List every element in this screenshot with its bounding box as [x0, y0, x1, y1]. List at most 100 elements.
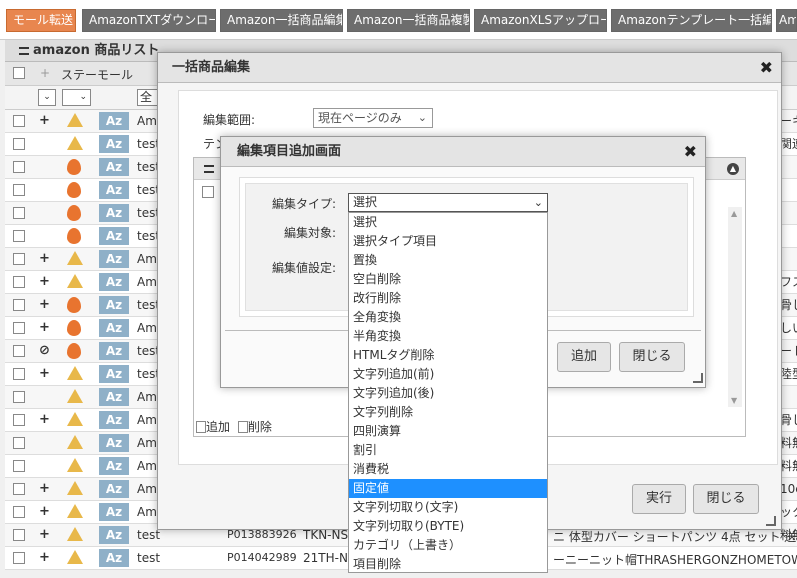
scope-select[interactable]: 現在ページのみ ⌄	[313, 108, 433, 128]
close-button-2[interactable]: 閉じる	[619, 342, 685, 372]
close-icon[interactable]: ✖	[760, 53, 773, 83]
option-item[interactable]: 全角変換	[349, 308, 547, 327]
option-item[interactable]: 文字列追加(後)	[349, 384, 547, 403]
grid-menu-icon[interactable]	[204, 164, 214, 173]
filter-dropdown-status[interactable]: ⌄	[62, 89, 91, 106]
option-item[interactable]: 割引	[349, 441, 547, 460]
edit-type-select[interactable]: 選択 ⌄	[348, 193, 548, 212]
row-checkbox[interactable]	[13, 483, 25, 495]
close-button[interactable]: 閉じる	[693, 484, 759, 514]
column-mall[interactable]: モール	[97, 66, 133, 83]
row-checkbox[interactable]	[13, 161, 25, 173]
resize-handle-icon[interactable]	[766, 516, 776, 526]
run-button[interactable]: 実行	[632, 484, 686, 514]
option-item[interactable]: 文字列切取り(BYTE)	[349, 517, 547, 536]
expand-icon[interactable]: +	[39, 251, 50, 266]
row-checkbox[interactable]	[13, 552, 25, 564]
option-item[interactable]: 空白削除	[349, 270, 547, 289]
scope-select-value: 現在ページのみ	[318, 111, 402, 125]
amazon-az-icon: Az	[99, 135, 129, 153]
row-checkbox[interactable]	[13, 437, 25, 449]
grid-select-all-checkbox[interactable]	[202, 186, 214, 198]
option-item[interactable]: 改行削除	[349, 289, 547, 308]
row-checkbox[interactable]	[13, 460, 25, 472]
warning-icon	[67, 412, 83, 428]
option-item[interactable]: 置換	[349, 251, 547, 270]
delete-doc-icon	[237, 421, 248, 433]
amazon-template-bulk-edit-button[interactable]: Amazonテンプレート一括編集	[611, 9, 772, 32]
desc-cell: ーニーニット帽THRASHERGONZHOMETOWN2W12	[553, 553, 797, 567]
delete-item-button[interactable]: 削除	[234, 420, 272, 434]
expand-icon[interactable]: +	[39, 527, 50, 542]
option-item[interactable]: 選択タイプ項目	[349, 232, 547, 251]
row-checkbox[interactable]	[13, 529, 25, 541]
amazon-az-icon: Az	[99, 250, 129, 268]
filter-dropdown-1[interactable]: ⌄	[38, 89, 56, 106]
row-checkbox[interactable]	[13, 253, 25, 265]
row-checkbox[interactable]	[13, 184, 25, 196]
expand-icon[interactable]: +	[39, 366, 50, 381]
row-checkbox[interactable]	[13, 207, 25, 219]
add-item-label: 追加	[206, 420, 231, 434]
row-snippet: 陸型	[780, 367, 797, 381]
row-checkbox[interactable]	[13, 322, 25, 334]
collapse-icon[interactable]: ▲	[727, 163, 739, 175]
amazon-bulk-edit-button[interactable]: Amazon一括商品編集	[220, 9, 343, 32]
warning-icon	[67, 136, 83, 152]
product-list-title: amazon 商品リスト	[33, 43, 160, 58]
option-item[interactable]: 文字列切取り(文字)	[349, 498, 547, 517]
row-checkbox[interactable]	[13, 345, 25, 357]
option-item[interactable]: カテゴリ（上書き）	[349, 536, 547, 555]
expand-icon[interactable]: +	[39, 504, 50, 519]
filter-mall-input[interactable]: 全	[137, 89, 159, 106]
option-item[interactable]: HTMLタグ削除	[349, 346, 547, 365]
amazon-bulk-copy-button[interactable]: Amazon一括商品複製	[347, 9, 470, 32]
column-status[interactable]: ステー	[61, 66, 97, 83]
warning-icon	[67, 550, 83, 566]
row-checkbox[interactable]	[13, 138, 25, 150]
row-checkbox[interactable]	[13, 506, 25, 518]
expand-icon[interactable]: +	[39, 274, 50, 289]
row-snippet: フス	[780, 275, 797, 289]
mall-cell: test	[137, 551, 161, 565]
row-checkbox[interactable]	[13, 299, 25, 311]
row-checkbox[interactable]	[13, 391, 25, 403]
amazon-az-icon: Az	[99, 480, 129, 498]
option-item[interactable]: 文字列削除	[349, 403, 547, 422]
amazon-txt-download-button[interactable]: AmazonTXTダウンロード	[82, 9, 216, 32]
expand-icon[interactable]: +	[39, 297, 50, 312]
menu-icon[interactable]	[19, 46, 29, 55]
expand-icon[interactable]: +	[39, 113, 50, 128]
amazon-az-icon: Az	[99, 411, 129, 429]
row-checkbox[interactable]	[13, 276, 25, 288]
option-item[interactable]: 固定値	[349, 479, 547, 498]
row-checkbox[interactable]	[13, 115, 25, 127]
row-snippet: 料無	[780, 436, 797, 450]
select-all-checkbox[interactable]	[13, 67, 25, 79]
add-doc-icon	[196, 421, 206, 433]
option-item[interactable]: 半角変換	[349, 327, 547, 346]
edit-value-label: 編集値設定:	[271, 261, 336, 275]
row-checkbox[interactable]	[13, 230, 25, 242]
expand-icon[interactable]: +	[39, 320, 50, 335]
expand-icon[interactable]: +	[39, 412, 50, 427]
resize-handle-icon[interactable]	[693, 373, 703, 383]
add-button[interactable]: 追加	[557, 342, 611, 372]
amazon-xls-upload-button[interactable]: AmazonXLSアップロード	[474, 9, 607, 32]
grid-scrollbar[interactable]: ▲ ▼	[728, 207, 742, 407]
close-icon[interactable]: ✖	[684, 137, 697, 167]
option-item[interactable]: 項目削除	[349, 555, 547, 572]
expand-icon[interactable]: +	[39, 481, 50, 496]
expand-icon[interactable]: +	[39, 550, 50, 565]
add-item-button[interactable]: 追加	[196, 420, 230, 434]
amazon-more-button[interactable]: Am	[776, 9, 797, 32]
option-item[interactable]: 文字列追加(前)	[349, 365, 547, 384]
expand-icon[interactable]: ⊘	[39, 343, 50, 358]
option-item[interactable]: 選択	[349, 213, 547, 232]
warning-icon	[67, 435, 83, 451]
option-item[interactable]: 消費税	[349, 460, 547, 479]
row-checkbox[interactable]	[13, 368, 25, 380]
option-item[interactable]: 四則演算	[349, 422, 547, 441]
mall-transfer-button[interactable]: モール転送	[6, 9, 76, 32]
row-checkbox[interactable]	[13, 414, 25, 426]
